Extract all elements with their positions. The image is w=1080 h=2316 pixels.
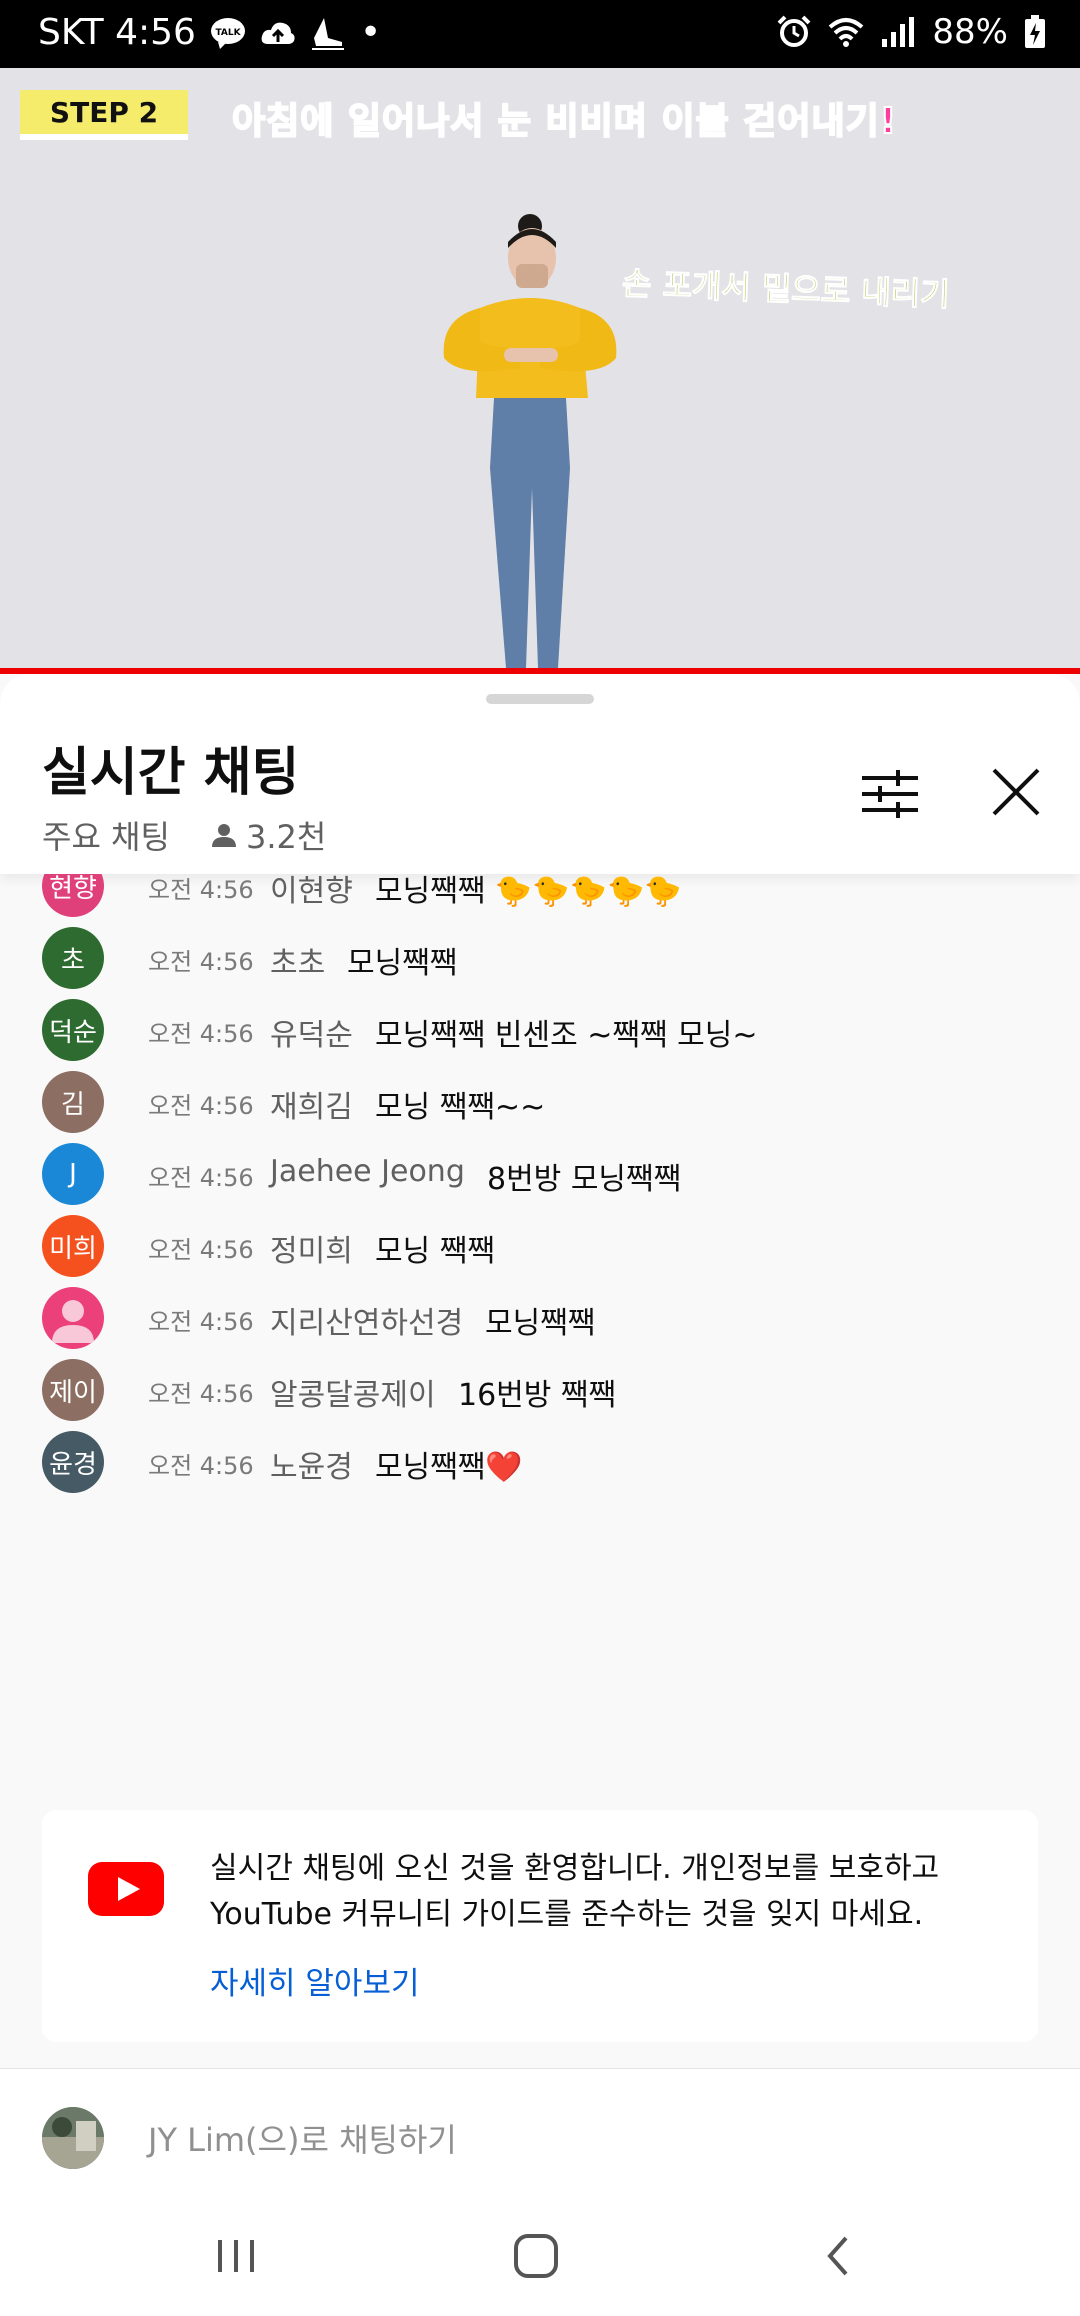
message-timestamp: 오전 4:56 xyxy=(148,1308,254,1336)
message-author[interactable]: Jaehee Jeong xyxy=(270,1154,465,1189)
message-text: 모닝짹짹❤️ xyxy=(375,1450,523,1485)
wifi-icon xyxy=(829,18,864,47)
chat-input-bar[interactable]: JY Lim(으)로 채팅하기 xyxy=(0,2068,1080,2199)
video-caption: 아침에 일어나서 눈 비비며 이불 걷어내기! xyxy=(231,100,898,143)
home-icon[interactable] xyxy=(506,2226,566,2286)
close-icon[interactable] xyxy=(988,764,1044,820)
youtube-logo-icon xyxy=(88,1862,164,1916)
person-icon xyxy=(212,824,236,847)
welcome-text: 실시간 채팅에 오신 것을 환영합니다. 개인정보를 보호하고 YouTube … xyxy=(210,1851,940,1932)
message-text: 모닝짹짹 xyxy=(485,1306,596,1341)
message-timestamp: 오전 4:56 xyxy=(148,1236,254,1264)
message-text: 모닝짹짹 xyxy=(347,946,458,981)
message-timestamp: 오전 4:56 xyxy=(148,1020,254,1048)
chat-message[interactable]: 윤경 오전 4:56 노윤경 모닝짹짹❤️ xyxy=(0,1422,1080,1502)
message-author[interactable]: 지리산연하선경 xyxy=(270,1298,463,1342)
video-subcaption: 손 포개서 밑으로 내리기 xyxy=(621,264,951,314)
message-author[interactable]: 유덕순 xyxy=(270,1010,353,1054)
author-avatar[interactable]: 제이 xyxy=(42,1359,104,1421)
message-text: 모닝짹짹 🐤🐤🐤🐤🐤 xyxy=(375,874,682,909)
chat-title: 실시간 채팅 xyxy=(42,743,300,803)
message-author[interactable]: 노윤경 xyxy=(270,1442,353,1486)
drag-handle[interactable] xyxy=(486,694,594,704)
instructor-figure xyxy=(443,214,617,672)
message-author[interactable]: 알콩달콩제이 xyxy=(270,1370,436,1414)
svg-text:TALK: TALK xyxy=(215,28,241,38)
kakaotalk-icon: TALK xyxy=(210,17,245,49)
notification-dot: • xyxy=(359,12,382,53)
status-bar: SKT 4:56 TALK • 88% xyxy=(0,0,1080,68)
user-avatar xyxy=(42,2107,104,2169)
chat-message[interactable]: 미희 오전 4:56 정미희 모닝 짹짹 xyxy=(0,1206,1080,1286)
chat-message[interactable]: J 오전 4:56 Jaehee Jeong 8번방 모닝짹짹 xyxy=(0,1134,1080,1214)
chat-header: 실시간 채팅 주요 채팅 3.2천 xyxy=(0,674,1080,874)
message-text: 8번방 모닝짹짹 xyxy=(487,1162,682,1197)
signal-icon xyxy=(882,17,915,47)
filter-settings-icon[interactable] xyxy=(858,764,922,824)
message-timestamp: 오전 4:56 xyxy=(148,948,254,976)
author-avatar[interactable]: 현향 xyxy=(42,874,104,917)
message-timestamp: 오전 4:56 xyxy=(148,1380,254,1408)
author-avatar[interactable]: 초 xyxy=(42,927,104,989)
chat-input-placeholder[interactable]: JY Lim(으)로 채팅하기 xyxy=(148,2115,457,2161)
author-avatar[interactable] xyxy=(42,1287,104,1349)
message-text: 모닝 짹짹 xyxy=(375,1234,495,1269)
chat-message-list[interactable]: 현향 오전 4:56 이현향 모닝짹짹 🐤🐤🐤🐤🐤 초 오전 4:56 초초 모닝짹짹 덕순 오전… xyxy=(0,874,1080,1880)
message-text: 모닝짹짹 빈센조 ~짹짹 모닝~ xyxy=(375,1018,758,1053)
message-text: 모닝 짹짹~~ xyxy=(375,1090,546,1125)
message-timestamp: 오전 4:56 xyxy=(148,1092,254,1120)
message-timestamp: 오전 4:56 xyxy=(148,1452,254,1480)
system-nav-bar xyxy=(0,2198,1080,2316)
alarm-icon xyxy=(778,15,811,47)
chat-message[interactable]: 김 오전 4:56 재희김 모닝 짹짹~~ xyxy=(0,1062,1080,1142)
message-author[interactable]: 초초 xyxy=(270,938,325,982)
message-text: 16번방 짹짹 xyxy=(458,1378,617,1413)
recent-apps-icon[interactable] xyxy=(206,2226,266,2286)
author-avatar[interactable]: 윤경 xyxy=(42,1431,104,1493)
chat-message[interactable]: 오전 4:56 지리산연하선경 모닝짹짹 xyxy=(0,1278,1080,1358)
message-timestamp: 오전 4:56 xyxy=(148,1164,254,1192)
live-chat-panel: 실시간 채팅 주요 채팅 3.2천 현향 오전 4:56 이현향 모닝짹짹 🐤🐤🐤🐤🐤… xyxy=(0,674,1080,2316)
chat-message[interactable]: 제이 오전 4:56 알콩달콩제이 16번방 짹짹 xyxy=(0,1350,1080,1430)
learn-more-link[interactable]: 자세히 알아보기 xyxy=(210,1958,420,2003)
back-icon[interactable] xyxy=(808,2226,868,2286)
viewer-count: 3.2천 xyxy=(210,812,326,858)
welcome-banner: 실시간 채팅에 오신 것을 환영합니다. 개인정보를 보호하고 YouTube … xyxy=(42,1810,1038,2042)
message-author[interactable]: 이현향 xyxy=(270,874,353,910)
author-avatar[interactable]: 덕순 xyxy=(42,999,104,1061)
carrier-time: SKT 4:56 xyxy=(38,12,196,53)
chat-message[interactable]: 초 오전 4:56 초초 모닝짹짹 xyxy=(0,918,1080,998)
message-author[interactable]: 정미희 xyxy=(270,1226,353,1270)
chat-mode-selector[interactable]: 주요 채팅 xyxy=(42,812,170,858)
author-avatar[interactable]: 미희 xyxy=(42,1215,104,1277)
author-avatar[interactable]: J xyxy=(42,1143,104,1205)
author-avatar[interactable]: 김 xyxy=(42,1071,104,1133)
chat-message[interactable]: 덕순 오전 4:56 유덕순 모닝짹짹 빈센조 ~짹짹 모닝~ xyxy=(0,990,1080,1070)
message-timestamp: 오전 4:56 xyxy=(148,876,254,904)
battery-percent: 88% xyxy=(932,12,1008,52)
cloud-upload-icon xyxy=(261,22,295,44)
skate-app-icon xyxy=(311,17,344,50)
step-badge: STEP 2 xyxy=(20,90,188,140)
battery-icon xyxy=(1025,15,1045,48)
video-player[interactable]: STEP 2 아침에 일어나서 눈 비비며 이불 걷어내기! 손 포개서 밑으로… xyxy=(0,68,1080,672)
viewer-count-text: 3.2천 xyxy=(246,818,327,856)
message-author[interactable]: 재희김 xyxy=(270,1082,353,1126)
